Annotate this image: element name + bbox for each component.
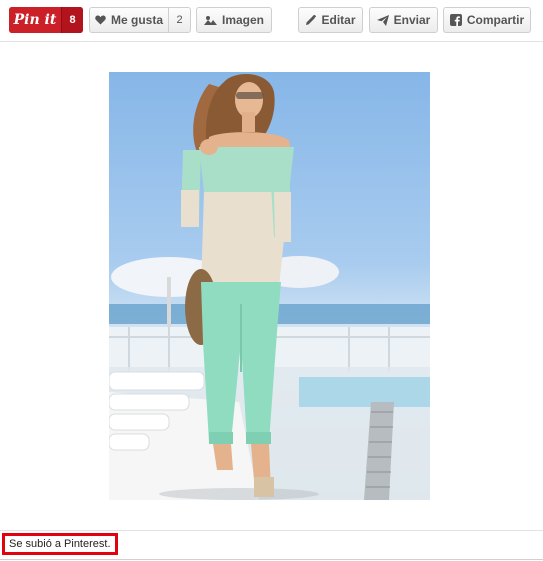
pin-it-label: Pin it <box>9 7 61 33</box>
heart-icon <box>95 15 106 25</box>
paper-plane-icon <box>376 14 389 26</box>
image-label: Imagen <box>221 13 264 27</box>
like-count: 2 <box>169 7 191 33</box>
facebook-icon <box>449 14 462 26</box>
edit-label: Editar <box>321 13 356 27</box>
send-label: Enviar <box>393 13 431 27</box>
status-message: Se subió a Pinterest. <box>2 533 118 555</box>
pin-toolbar: Pin it 8 Me gusta 2 Imagen Editar Enviar <box>0 0 543 42</box>
pin-it-count: 8 <box>61 7 83 33</box>
like-button[interactable]: Me gusta <box>89 7 169 33</box>
edit-button[interactable]: Editar <box>298 7 363 33</box>
image-button[interactable]: Imagen <box>196 7 272 33</box>
send-button[interactable]: Enviar <box>369 7 438 33</box>
status-text: Se subió a Pinterest. <box>9 538 111 550</box>
like-group: Me gusta 2 <box>89 7 191 33</box>
share-button[interactable]: Compartir <box>443 7 531 33</box>
pinned-photo[interactable] <box>109 72 430 500</box>
pencil-icon <box>305 14 317 26</box>
pin-it-button[interactable]: Pin it 8 <box>9 7 83 33</box>
footer-divider <box>0 530 543 531</box>
bottom-divider <box>0 559 543 560</box>
photo-illustration <box>109 73 430 500</box>
like-label: Me gusta <box>110 13 163 27</box>
image-icon <box>203 14 217 26</box>
share-label: Compartir <box>466 13 525 27</box>
